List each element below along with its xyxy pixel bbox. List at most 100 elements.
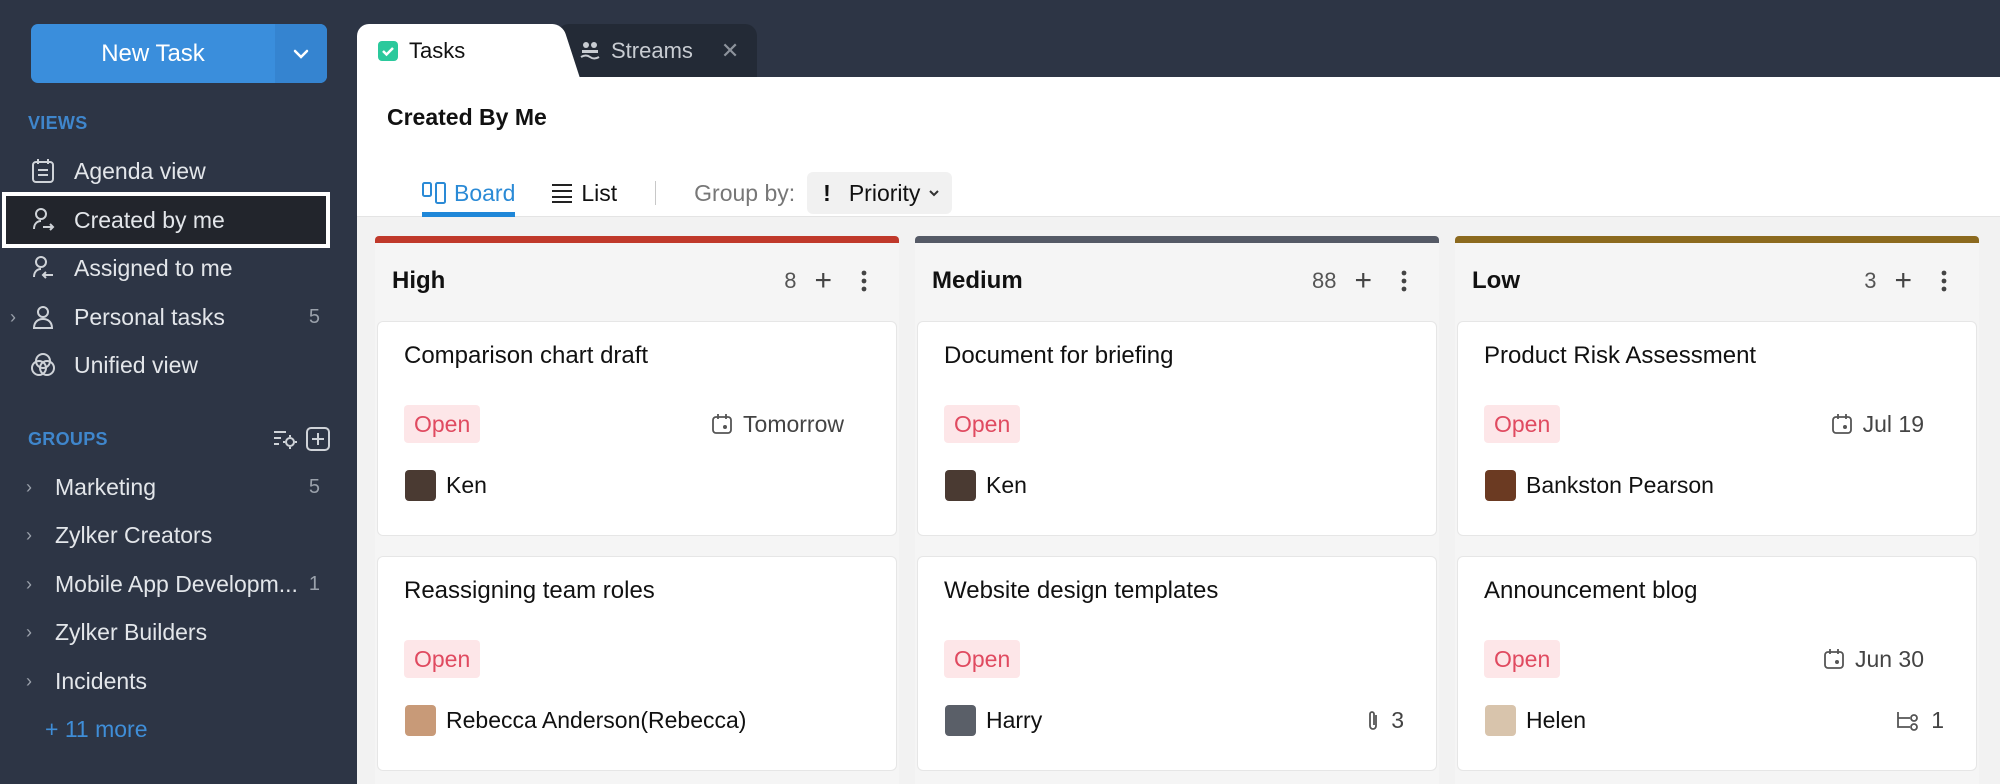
sidebar-item-unified-view[interactable]: Unified view	[6, 341, 326, 389]
board-column-low: Low 3 + Product Risk Assessment Open Jul 1…	[1455, 236, 1979, 784]
unified-view-icon	[28, 350, 58, 380]
task-title[interactable]: Product Risk Assessment	[1484, 342, 1756, 370]
column-header: Low 3 +	[1455, 243, 1979, 319]
chevron-right-icon[interactable]: ›	[10, 307, 16, 328]
avatar	[405, 470, 436, 501]
close-tab-icon[interactable]: ✕	[721, 38, 739, 64]
task-card[interactable]: Reassigning team roles Open Rebecca Anders…	[377, 556, 897, 771]
board-column-high: High 8 + Comparison chart draft Open Tomor…	[375, 236, 899, 784]
new-task-button[interactable]: New Task	[31, 24, 275, 83]
sidebar-group-marketing[interactable]: › Marketing 5	[6, 463, 326, 511]
more-options-icon[interactable]	[854, 270, 874, 292]
sidebar-item-label: Personal tasks	[74, 303, 225, 330]
group-label: Mobile App Developm...	[55, 570, 298, 597]
sidebar-item-label: Created by me	[74, 206, 225, 233]
due-date[interactable]: Tomorrow	[711, 405, 844, 443]
assignee[interactable]: Helen	[1485, 705, 1586, 736]
more-options-icon[interactable]	[1934, 270, 1954, 292]
group-by-label: Group by:	[694, 179, 796, 206]
sidebar-group-incidents[interactable]: › Incidents	[6, 657, 326, 705]
sidebar-item-label: Agenda view	[74, 157, 206, 184]
add-group-icon[interactable]	[306, 427, 330, 456]
assignee-name: Ken	[986, 472, 1027, 498]
add-task-icon[interactable]: +	[1894, 266, 1912, 296]
due-date-value: Jun 30	[1854, 645, 1924, 672]
sidebar-group-mobile-app-development[interactable]: › Mobile App Developm... 1	[6, 560, 326, 608]
chevron-down-icon	[929, 190, 940, 197]
task-card[interactable]: Announcement blog Open Jun 30 Helen 1	[1457, 556, 1977, 771]
person-icon	[28, 302, 58, 332]
group-label: Zylker Creators	[55, 521, 213, 548]
due-date[interactable]: Jul 19	[1831, 405, 1924, 443]
group-by-value: Priority	[848, 179, 921, 206]
new-task-dropdown-button[interactable]	[275, 24, 327, 83]
sidebar-item-personal-tasks[interactable]: › Personal tasks 5	[6, 293, 326, 341]
task-meta[interactable]: 1	[1895, 705, 1944, 736]
task-title[interactable]: Announcement blog	[1484, 577, 1698, 605]
avatar	[945, 705, 976, 736]
status-badge[interactable]: Open	[404, 640, 481, 678]
task-title[interactable]: Document for briefing	[944, 342, 1173, 370]
assignee[interactable]: Ken	[405, 470, 487, 501]
sidebar-item-agenda-view[interactable]: Agenda view	[6, 147, 326, 195]
agenda-icon	[28, 156, 58, 186]
status-badge[interactable]: Open	[1484, 640, 1561, 678]
chevron-right-icon[interactable]: ›	[26, 525, 46, 546]
task-card[interactable]: Product Risk Assessment Open Jul 19 Banksto…	[1457, 321, 1977, 536]
chevron-down-icon	[293, 49, 309, 59]
chevron-right-icon[interactable]: ›	[26, 671, 46, 692]
sidebar: New Task VIEWS Agenda view Created by me…	[0, 0, 357, 784]
streams-icon	[579, 40, 601, 62]
board-column-medium: Medium 88 + Document for briefing Open Ken…	[915, 236, 1439, 784]
assignee[interactable]: Ken	[945, 470, 1027, 501]
group-by-select[interactable]: ! Priority	[807, 172, 953, 214]
tab-tasks[interactable]: Tasks	[357, 24, 557, 77]
calendar-icon	[711, 413, 733, 435]
add-task-icon[interactable]: +	[1354, 266, 1372, 296]
view-tab-list[interactable]: List	[551, 169, 617, 217]
task-meta[interactable]: 3	[1365, 705, 1404, 736]
avatar	[405, 705, 436, 736]
group-count: 5	[308, 475, 320, 498]
tab-streams[interactable]: Streams ✕	[557, 24, 757, 77]
sidebar-item-created-by-me[interactable]: Created by me	[2, 192, 330, 248]
add-task-icon[interactable]: +	[814, 266, 832, 296]
due-date[interactable]: Jun 30	[1823, 640, 1924, 678]
assignee[interactable]: Bankston Pearson	[1485, 470, 1714, 501]
chevron-right-icon[interactable]: ›	[26, 477, 46, 498]
tab-label: Tasks	[409, 37, 466, 63]
column-header: Medium 88 +	[915, 243, 1439, 319]
status-badge[interactable]: Open	[404, 405, 481, 443]
main-header: Created By Me Board List Group by: ! Pri…	[357, 77, 2000, 217]
column-header: High 8 +	[375, 243, 899, 319]
sidebar-group-zylker-creators[interactable]: › Zylker Creators	[6, 511, 326, 559]
priority-color-bar	[375, 236, 899, 243]
task-title[interactable]: Comparison chart draft	[404, 342, 648, 370]
task-title[interactable]: Reassigning team roles	[404, 577, 655, 605]
task-card[interactable]: Comparison chart draft Open Tomorrow Ken	[377, 321, 897, 536]
task-title[interactable]: Website design templates	[944, 577, 1218, 605]
new-task-button-group: New Task	[31, 24, 327, 83]
assignee-name: Rebecca Anderson(Rebecca)	[446, 707, 747, 733]
more-options-icon[interactable]	[1394, 270, 1414, 292]
sidebar-item-assigned-to-me[interactable]: Assigned to me	[6, 244, 326, 292]
tasks-check-icon	[377, 40, 399, 62]
status-badge[interactable]: Open	[1484, 405, 1561, 443]
board-icon	[422, 182, 446, 204]
sidebar-group-zylker-builders[interactable]: › Zylker Builders	[6, 608, 326, 656]
status-badge[interactable]: Open	[944, 640, 1021, 678]
assignee-name: Helen	[1526, 707, 1587, 733]
task-card[interactable]: Document for briefing Open Ken	[917, 321, 1437, 536]
tab-label: Streams	[611, 37, 693, 63]
view-tab-board[interactable]: Board	[422, 169, 516, 217]
group-settings-icon[interactable]	[272, 428, 298, 455]
task-card[interactable]: Website design templates Open Harry 3	[917, 556, 1437, 771]
status-badge[interactable]: Open	[944, 405, 1021, 443]
assignee[interactable]: Harry	[945, 705, 1042, 736]
chevron-right-icon[interactable]: ›	[26, 574, 46, 595]
chevron-right-icon[interactable]: ›	[26, 622, 46, 643]
view-tab-label: Board	[454, 179, 516, 206]
more-groups-link[interactable]: + 11 more	[45, 716, 148, 743]
assignee[interactable]: Rebecca Anderson(Rebecca)	[405, 705, 746, 736]
attachment-icon	[1365, 709, 1381, 733]
